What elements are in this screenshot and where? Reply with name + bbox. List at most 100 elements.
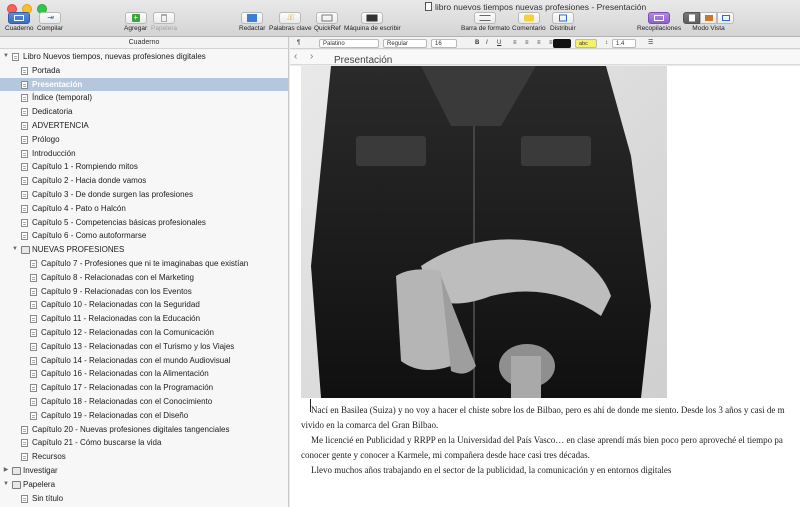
- disclosure-open-icon[interactable]: ▼: [2, 50, 10, 64]
- text-document-icon: [21, 425, 28, 434]
- view-mode-segments: [683, 12, 734, 24]
- disclosure-open-icon[interactable]: ▼: [2, 478, 10, 492]
- binder-item-label: Presentación: [32, 79, 83, 89]
- compilar-button[interactable]: ⇥ Compilar: [37, 12, 63, 32]
- recopilaciones-button[interactable]: Recopilaciones: [637, 12, 681, 32]
- binder-item[interactable]: ▼ Papelera: [0, 478, 288, 492]
- binder-item-label: Capítulo 8 - Relacionadas con el Marketi…: [41, 272, 194, 282]
- binder-item[interactable]: Capítulo 9 - Relacionadas con los Evento…: [0, 285, 288, 299]
- highlight-color-button[interactable]: abc: [575, 38, 597, 48]
- binder-item[interactable]: Introducción: [0, 147, 288, 161]
- binder-item[interactable]: Recursos: [0, 450, 288, 464]
- binder-item[interactable]: Índice (temporal): [0, 91, 288, 105]
- binder-item[interactable]: ADVERTENCIA: [0, 119, 288, 133]
- text-document-icon: [30, 301, 37, 310]
- binder-item-label: Investigar: [23, 465, 58, 475]
- quickref-button[interactable]: QuickRef: [314, 12, 341, 32]
- binder-item[interactable]: Capítulo 17 - Relacionadas con la Progra…: [0, 381, 288, 395]
- keywords-icon: ⚿: [279, 12, 302, 24]
- forward-arrow-icon[interactable]: ›: [310, 51, 313, 62]
- font-family-select[interactable]: Palatino: [319, 38, 379, 48]
- binder-item[interactable]: Presentación: [0, 77, 288, 92]
- binder-item[interactable]: Capítulo 8 - Relacionadas con el Marketi…: [0, 271, 288, 285]
- binder-item-label: Introducción: [32, 148, 76, 158]
- document-title: Presentación: [334, 55, 393, 66]
- binder-item[interactable]: Prólogo: [0, 133, 288, 147]
- bold-button[interactable]: B: [472, 39, 482, 48]
- text-document-icon: [30, 328, 37, 337]
- editor-pane[interactable]: Nací en Basilea (Suiza) y no voy a hacer…: [290, 66, 800, 507]
- binder-item[interactable]: Capítulo 18 - Relacionadas con el Conoci…: [0, 395, 288, 409]
- agregar-button[interactable]: + Agregar: [124, 12, 147, 32]
- binder-item[interactable]: Capítulo 19 - Relacionadas con el Diseño: [0, 409, 288, 423]
- author-photo: [301, 66, 667, 398]
- corkboard-view-icon[interactable]: [700, 12, 717, 24]
- document-body[interactable]: Nací en Basilea (Suiza) y no voy a hacer…: [301, 403, 800, 478]
- barra-formato-label: Barra de formato: [461, 25, 510, 32]
- line-spacing-select[interactable]: 1.4: [612, 38, 636, 48]
- binder-item[interactable]: ▶ Investigar: [0, 464, 288, 478]
- paragraph-style-button[interactable]: ¶: [294, 39, 303, 48]
- palabras-clave-button[interactable]: ⚿ Palabras clave: [269, 12, 312, 32]
- binder-item[interactable]: Portada: [0, 64, 288, 78]
- binder-item[interactable]: Capítulo 13 - Relacionadas con el Turism…: [0, 340, 288, 354]
- binder-item[interactable]: Capítulo 6 - Como autoformarse: [0, 229, 288, 243]
- modo-vista-control[interactable]: Modo Vista: [683, 12, 734, 32]
- maquina-escribir-button[interactable]: Máquina de escribir: [344, 12, 401, 32]
- binder-item-label: Capítulo 9 - Relacionadas con los Evento…: [41, 286, 192, 296]
- binder-item[interactable]: Sin título: [0, 492, 288, 506]
- binder-item[interactable]: Capítulo 5 - Competencias básicas profes…: [0, 216, 288, 230]
- barra-formato-button[interactable]: Barra de formato: [461, 12, 510, 32]
- binder-item[interactable]: Capítulo 12 - Relacionadas con la Comuni…: [0, 326, 288, 340]
- binder-item[interactable]: Capítulo 14 - Relacionadas con el mundo …: [0, 354, 288, 368]
- binder-item[interactable]: ▼ Libro Nuevos tiempos, nuevas profesione…: [0, 50, 288, 64]
- binder-item-label: Capítulo 19 - Relacionadas con el Diseño: [41, 410, 189, 420]
- scrivenings-view-icon[interactable]: [683, 12, 700, 24]
- binder-item[interactable]: Capítulo 2 - Hacia donde vamos: [0, 174, 288, 188]
- binder-item[interactable]: Capítulo 3 - De donde surgen las profesi…: [0, 188, 288, 202]
- align-right-icon[interactable]: ≡: [534, 39, 544, 48]
- binder-item[interactable]: Capítulo 10 - Relacionadas con la Seguri…: [0, 298, 288, 312]
- disclosure-closed-icon[interactable]: ▶: [2, 464, 10, 478]
- binder-item-label: Prólogo: [32, 134, 60, 144]
- list-style-icon[interactable]: ☰: [645, 39, 656, 48]
- binder-item[interactable]: ▼ NUEVAS PROFESIONES: [0, 243, 288, 257]
- binder-item[interactable]: Capítulo 11 - Relacionadas con la Educac…: [0, 312, 288, 326]
- binder-item[interactable]: Capítulo 1 - Rompiendo mitos: [0, 160, 288, 174]
- italic-button[interactable]: I: [483, 39, 491, 48]
- binder-item-label: Capítulo 21 - Cómo buscarse la vida: [32, 438, 162, 448]
- format-bar-icon: [474, 12, 497, 24]
- line-spacing-icon[interactable]: ↕: [602, 39, 611, 48]
- binder-item[interactable]: Capítulo 21 - Cómo buscarse la vida: [0, 436, 288, 450]
- binder-item[interactable]: Capítulo 7 - Profesiones que ni te imagi…: [0, 257, 288, 271]
- text-document-icon: [30, 259, 37, 268]
- binder-item[interactable]: Dedicatoria: [0, 105, 288, 119]
- text-document-icon: [21, 190, 28, 199]
- underline-button[interactable]: U: [494, 39, 504, 48]
- text-document-icon: [30, 273, 37, 282]
- binder-item-label: Capítulo 4 - Pato o Halcón: [32, 203, 126, 213]
- binder-item[interactable]: Capítulo 16 - Relacionadas con la Alimen…: [0, 367, 288, 381]
- binder-item[interactable]: Capítulo 20 - Nuevas profesiones digital…: [0, 423, 288, 437]
- text-document-icon: [21, 204, 28, 213]
- binder-item[interactable]: Capítulo 4 - Pato o Halcón: [0, 202, 288, 216]
- outliner-view-icon[interactable]: [717, 12, 734, 24]
- font-style-select[interactable]: Regular: [383, 38, 427, 48]
- align-center-icon[interactable]: ≡: [522, 39, 532, 48]
- papelera-button[interactable]: Papelera: [151, 12, 177, 32]
- align-left-icon[interactable]: ≡: [510, 39, 520, 48]
- disclosure-open-icon[interactable]: ▼: [11, 243, 19, 257]
- back-arrow-icon[interactable]: ‹: [294, 51, 297, 62]
- font-size-select[interactable]: 16: [431, 38, 457, 48]
- window-title: libro nuevos tiempos nuevas profesiones …: [425, 2, 646, 12]
- text-document-icon: [21, 163, 28, 172]
- text-color-well[interactable]: [553, 38, 571, 48]
- share-icon: [551, 12, 574, 24]
- papelera-label: Papelera: [151, 25, 178, 32]
- paragraph: vivido en la comarca del Gran Bilbao.: [301, 420, 439, 430]
- comentario-button[interactable]: Comentario: [512, 12, 546, 32]
- redactar-button[interactable]: Redactar: [239, 12, 265, 32]
- cuaderno-button[interactable]: Cuaderno: [5, 12, 34, 32]
- binder-item-label: ADVERTENCIA: [32, 120, 89, 130]
- distribuir-button[interactable]: Distribuir: [550, 12, 576, 32]
